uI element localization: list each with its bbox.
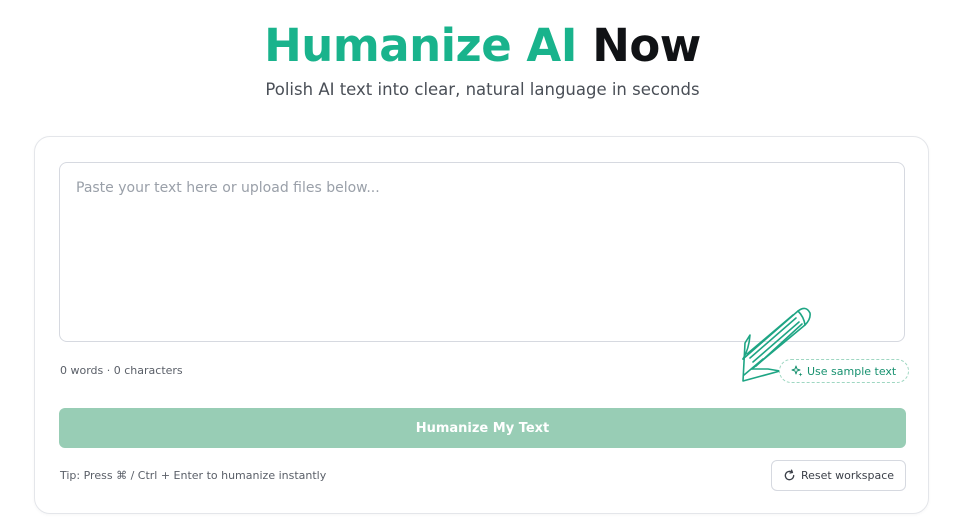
reset-workspace-button[interactable]: Reset workspace	[771, 460, 906, 491]
title-accent: Humanize AI	[264, 19, 578, 72]
title-dark: Now	[592, 19, 701, 72]
keyboard-tip: Tip: Press ⌘ / Ctrl + Enter to humanize …	[60, 469, 327, 482]
refresh-icon	[784, 469, 795, 481]
reset-workspace-label: Reset workspace	[800, 469, 895, 482]
humanize-button[interactable]: Humanize My Text	[59, 408, 906, 448]
sparkles-icon	[791, 365, 803, 377]
humanizer-page: Humanize AI Now Polish AI text into clea…	[0, 0, 965, 529]
use-sample-text-label: Use sample text	[807, 364, 897, 378]
workspace-card: 0 words · 0 characters Use sample text H…	[34, 136, 929, 514]
page-subtitle: Polish AI text into clear, natural langu…	[265, 80, 700, 99]
page-title: Humanize AI Now	[0, 18, 965, 74]
use-sample-text-button[interactable]: Use sample text	[779, 359, 910, 383]
word-character-count: 0 words · 0 characters	[60, 364, 183, 377]
